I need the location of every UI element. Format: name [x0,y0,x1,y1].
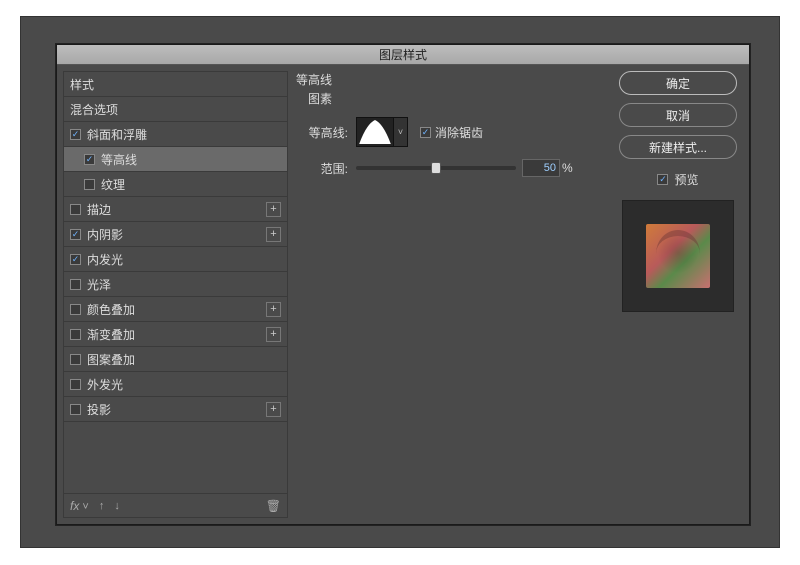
range-input[interactable]: 50 [522,159,560,177]
add-gradient-overlay-icon[interactable]: + [266,327,281,342]
move-down-icon[interactable]: ↓ [114,500,120,512]
contour-row: 等高线: ˅ 消除锯齿 [296,117,603,147]
list-label: 内发光 [87,251,123,268]
list-inner-shadow[interactable]: 内阴影 + [64,222,287,247]
preview-label: 预览 [674,171,698,188]
contour-label: 等高线: [296,124,348,141]
anti-alias-label: 消除锯齿 [435,124,483,141]
effects-list: 样式 混合选项 斜面和浮雕 等高线 纹理 描边 + [63,71,288,518]
checkbox-outer-glow[interactable] [70,379,81,390]
section-title: 等高线 [296,71,603,88]
fx-menu[interactable]: fx ˅ [70,499,89,513]
chevron-down-icon: ˅ [79,501,88,513]
list-label: 斜面和浮雕 [87,126,147,143]
add-drop-shadow-icon[interactable]: + [266,402,281,417]
list-satin[interactable]: 光泽 [64,272,287,297]
list-label: 图案叠加 [87,351,135,368]
checkbox-inner-shadow[interactable] [70,229,81,240]
checkbox-anti-alias[interactable] [420,127,431,138]
list-color-overlay[interactable]: 颜色叠加 + [64,297,287,322]
list-styles[interactable]: 样式 [64,72,287,97]
list-bevel-emboss[interactable]: 斜面和浮雕 [64,122,287,147]
preview-row: 预览 [657,171,698,188]
list-label: 描边 [87,201,111,218]
list-drop-shadow[interactable]: 投影 + [64,397,287,422]
list-gradient-overlay[interactable]: 渐变叠加 + [64,322,287,347]
list-label: 内阴影 [87,226,123,243]
cancel-button[interactable]: 取消 [619,103,737,127]
preview-thumbnail-wrap [622,200,734,312]
list-contour[interactable]: 等高线 [64,147,287,172]
list-label: 样式 [70,76,94,93]
dialog-body: 样式 混合选项 斜面和浮雕 等高线 纹理 描边 + [57,65,749,524]
add-color-overlay-icon[interactable]: + [266,302,281,317]
contour-dropdown[interactable]: ˅ [394,117,408,147]
add-inner-shadow-icon[interactable]: + [266,227,281,242]
checkbox-pattern-overlay[interactable] [70,354,81,365]
checkbox-contour[interactable] [84,154,95,165]
list-footer: fx ˅ ↑ ↓ 🗑 [64,493,287,517]
checkbox-satin[interactable] [70,279,81,290]
list-pattern-overlay[interactable]: 图案叠加 [64,347,287,372]
range-slider[interactable] [356,166,516,170]
new-style-button[interactable]: 新建样式... [619,135,737,159]
list-label: 颜色叠加 [87,301,135,318]
preview-thumbnail [646,224,710,288]
contour-picker[interactable] [356,117,394,147]
checkbox-inner-glow[interactable] [70,254,81,265]
add-stroke-icon[interactable]: + [266,202,281,217]
settings-panel: 等高线 图素 等高线: ˅ 消除锯齿 范围: [288,65,611,524]
app-background: 图层样式 样式 混合选项 斜面和浮雕 等高线 纹理 [20,16,780,548]
range-row: 范围: 50 % [296,159,603,177]
list-stroke[interactable]: 描边 + [64,197,287,222]
checkbox-stroke[interactable] [70,204,81,215]
fx-label: fx [70,499,79,513]
list-spacer [64,422,287,493]
layer-style-dialog: 图层样式 样式 混合选项 斜面和浮雕 等高线 纹理 [56,44,750,525]
checkbox-color-overlay[interactable] [70,304,81,315]
list-label: 投影 [87,401,111,418]
list-label: 混合选项 [70,101,118,118]
range-slider-thumb[interactable] [431,162,441,174]
trash-icon[interactable]: 🗑 [266,499,281,513]
ok-button[interactable]: 确定 [619,71,737,95]
checkbox-bevel[interactable] [70,129,81,140]
list-blend-options[interactable]: 混合选项 [64,97,287,122]
range-label: 范围: [296,160,348,177]
list-label: 等高线 [101,151,137,168]
contour-curve-icon [359,120,391,144]
list-label: 纹理 [101,176,125,193]
action-panel: 确定 取消 新建样式... 预览 [611,65,749,524]
list-label: 渐变叠加 [87,326,135,343]
list-texture[interactable]: 纹理 [64,172,287,197]
checkbox-drop-shadow[interactable] [70,404,81,415]
dialog-title: 图层样式 [57,45,749,65]
chevron-down-icon: ˅ [398,127,403,137]
list-label: 外发光 [87,376,123,393]
structure-label: 图素 [308,90,603,107]
checkbox-texture[interactable] [84,179,95,190]
checkbox-preview[interactable] [657,174,668,185]
move-up-icon[interactable]: ↑ [99,500,105,512]
checkbox-gradient-overlay[interactable] [70,329,81,340]
list-label: 光泽 [87,276,111,293]
list-inner-glow[interactable]: 内发光 [64,247,287,272]
range-pct: % [562,161,573,175]
list-outer-glow[interactable]: 外发光 [64,372,287,397]
